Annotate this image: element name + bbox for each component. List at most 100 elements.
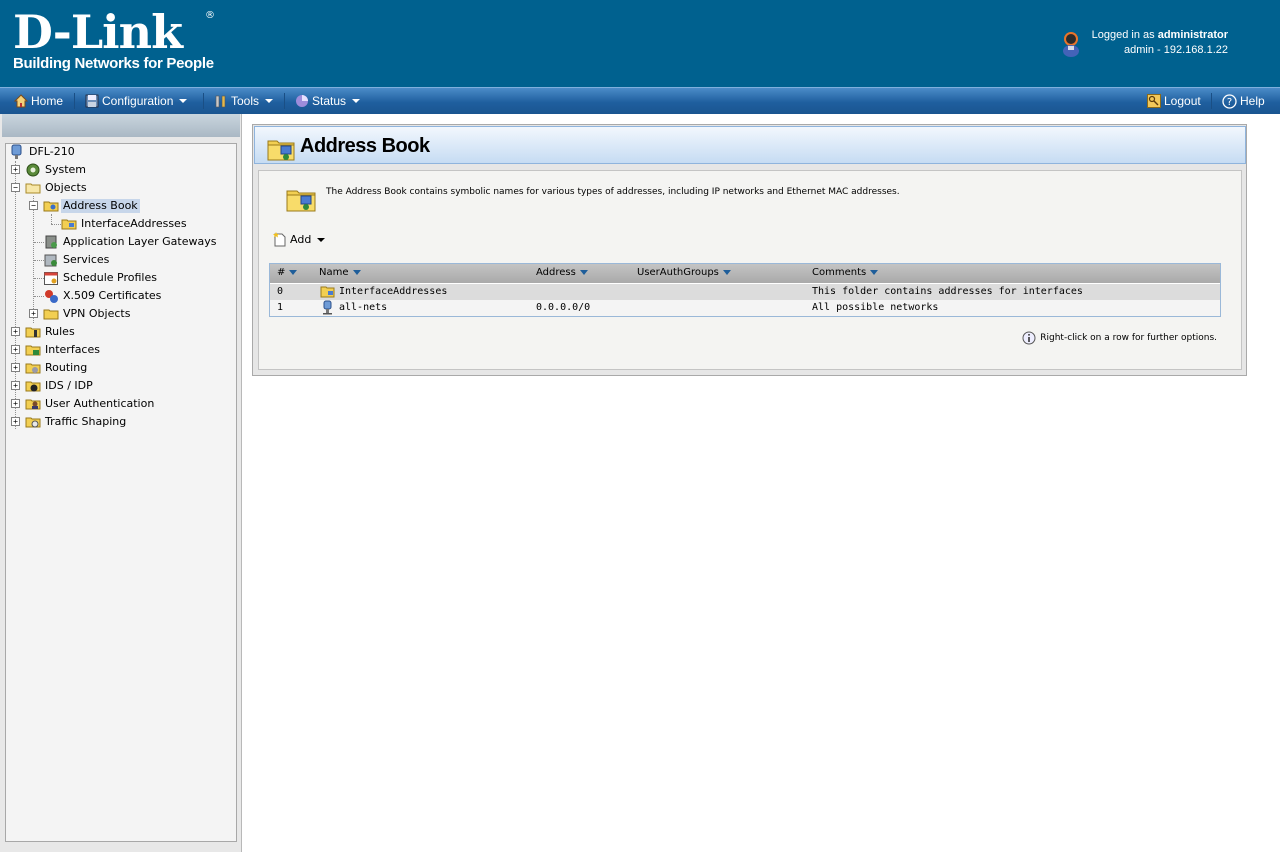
registered-mark: ® (205, 10, 215, 21)
folder-icon (25, 183, 41, 194)
tree-item-label: X.509 Certificates (63, 289, 162, 302)
collapse-address-book-toggle[interactable]: − (29, 201, 38, 210)
calendar-icon (44, 272, 58, 285)
tree-item-alg[interactable]: Application Layer Gateways (43, 234, 218, 250)
sort-icon (352, 270, 361, 275)
tree-item-interfaces[interactable]: Interfaces (25, 342, 102, 358)
column-header-label: UserAuthGroups (637, 267, 719, 278)
tree-item-schedule-profiles[interactable]: Schedule Profiles (43, 270, 159, 286)
certificate-icon (45, 290, 58, 303)
cell-index: 0 (277, 286, 284, 297)
tools-icon (215, 95, 226, 108)
column-header-label: # (277, 267, 286, 278)
tree-item-vpn-objects[interactable]: VPN Objects (43, 306, 132, 322)
cell-name: InterfaceAddresses (320, 284, 447, 298)
address-book-icon (43, 201, 59, 212)
traffic-shaping-icon (25, 417, 41, 428)
table-row[interactable]: 0 InterfaceAddresses This folder contain… (270, 284, 1220, 300)
add-button-label: Add (290, 233, 312, 246)
expand-system-toggle[interactable]: + (11, 165, 20, 174)
new-item-icon (273, 232, 286, 247)
dlink-logo: D-Link ® Building Networks for People (13, 5, 215, 72)
logged-in-user: administrator (1157, 29, 1228, 41)
interfaces-icon (25, 345, 41, 356)
navigation-panel-header (2, 114, 240, 137)
logged-in-prefix: Logged in as (1091, 29, 1158, 41)
sort-icon (870, 270, 879, 275)
logo-brand: D-Link (13, 5, 183, 59)
tree-item-system[interactable]: System (25, 162, 88, 178)
logout-button[interactable]: Logout (1147, 93, 1201, 109)
tree-item-user-authentication[interactable]: User Authentication (25, 396, 156, 412)
info-icon (1022, 331, 1036, 345)
ids-icon (25, 381, 41, 392)
sort-icon (289, 270, 298, 275)
tree-item-address-book[interactable]: Address Book (43, 198, 140, 214)
tree-item-services[interactable]: Services (43, 252, 111, 268)
tree-item-ids-idp[interactable]: IDS / IDP (25, 378, 95, 394)
column-header-address[interactable]: Address (536, 267, 588, 278)
alg-icon (45, 235, 57, 249)
column-header-comments[interactable]: Comments (812, 267, 879, 278)
expand-ids-idp-toggle[interactable]: + (11, 381, 20, 390)
tree-root-label: DFL-210 (29, 145, 75, 158)
cell-name-text: InterfaceAddresses (339, 285, 448, 297)
user-auth-icon (25, 399, 41, 410)
menu-separator (1211, 93, 1212, 109)
tree-connector (51, 224, 61, 225)
routing-icon (25, 363, 41, 374)
column-header-name[interactable]: Name (319, 267, 361, 278)
tree-item-label: User Authentication (45, 397, 155, 410)
chevron-down-icon (317, 237, 326, 242)
tree-item-label: System (45, 163, 87, 176)
expand-routing-toggle[interactable]: + (11, 363, 20, 372)
tree-item-rules[interactable]: Rules (25, 324, 77, 340)
address-book-content: The Address Book contains symbolic names… (258, 170, 1242, 370)
add-button[interactable]: Add (273, 232, 326, 247)
gear-icon (26, 163, 40, 177)
menu-tools[interactable]: Tools (214, 93, 274, 109)
expand-interfaces-toggle[interactable]: + (11, 345, 20, 354)
tree-item-label: InterfaceAddresses (81, 217, 187, 230)
context-menu-hint: Right-click on a row for further options… (1022, 331, 1217, 345)
expand-traffic-shaping-toggle[interactable]: + (11, 417, 20, 426)
context-menu-hint-text: Right-click on a row for further options… (1040, 333, 1217, 343)
tree-connector (51, 214, 52, 224)
menu-status[interactable]: Status (295, 93, 361, 109)
menu-configuration[interactable]: Configuration (85, 93, 188, 109)
tree-item-interface-addresses[interactable]: InterfaceAddresses (61, 216, 189, 232)
tree-item-label: Application Layer Gateways (63, 235, 217, 248)
tree-item-label: Objects (45, 181, 87, 194)
tree-item-traffic-shaping[interactable]: Traffic Shaping (25, 414, 128, 430)
menu-home[interactable]: Home (14, 93, 63, 109)
menu-separator (74, 93, 75, 109)
help-button[interactable]: ? Help (1222, 93, 1265, 109)
menu-tools-label: Tools (231, 94, 260, 108)
address-table: # Name Address UserAuthGroups Comments 0 (269, 263, 1221, 317)
address-book-icon (286, 190, 316, 212)
tree-item-label: Address Book (61, 199, 140, 213)
network-icon (323, 300, 332, 315)
column-header-index[interactable]: # (277, 267, 298, 278)
column-header-userauthgroups[interactable]: UserAuthGroups (637, 267, 731, 278)
pie-status-icon (296, 95, 308, 107)
tree-item-certificates[interactable]: X.509 Certificates (43, 288, 163, 304)
chevron-down-icon (352, 99, 361, 103)
tree-item-label: Rules (45, 325, 75, 338)
logo-tagline: Building Networks for People (13, 55, 214, 72)
tree-root-dfl-210[interactable]: DFL-210 (9, 144, 77, 160)
expand-vpn-objects-toggle[interactable]: + (29, 309, 38, 318)
table-header: # Name Address UserAuthGroups Comments (270, 264, 1220, 283)
folder-icon (43, 309, 59, 320)
login-info: Logged in as administrator admin - 192.1… (1092, 28, 1228, 58)
tree-item-label: Routing (45, 361, 88, 374)
table-row[interactable]: 1 all-nets 0.0.0.0/0 All possible networ… (270, 300, 1220, 316)
expand-rules-toggle[interactable]: + (11, 327, 20, 336)
cell-address: 0.0.0.0/0 (536, 302, 591, 313)
tree-item-label: Interfaces (45, 343, 100, 356)
tree-item-routing[interactable]: Routing (25, 360, 89, 376)
tree-item-objects[interactable]: Objects (25, 180, 89, 196)
key-icon (1147, 94, 1161, 108)
collapse-objects-toggle[interactable]: − (11, 183, 20, 192)
expand-user-authentication-toggle[interactable]: + (11, 399, 20, 408)
